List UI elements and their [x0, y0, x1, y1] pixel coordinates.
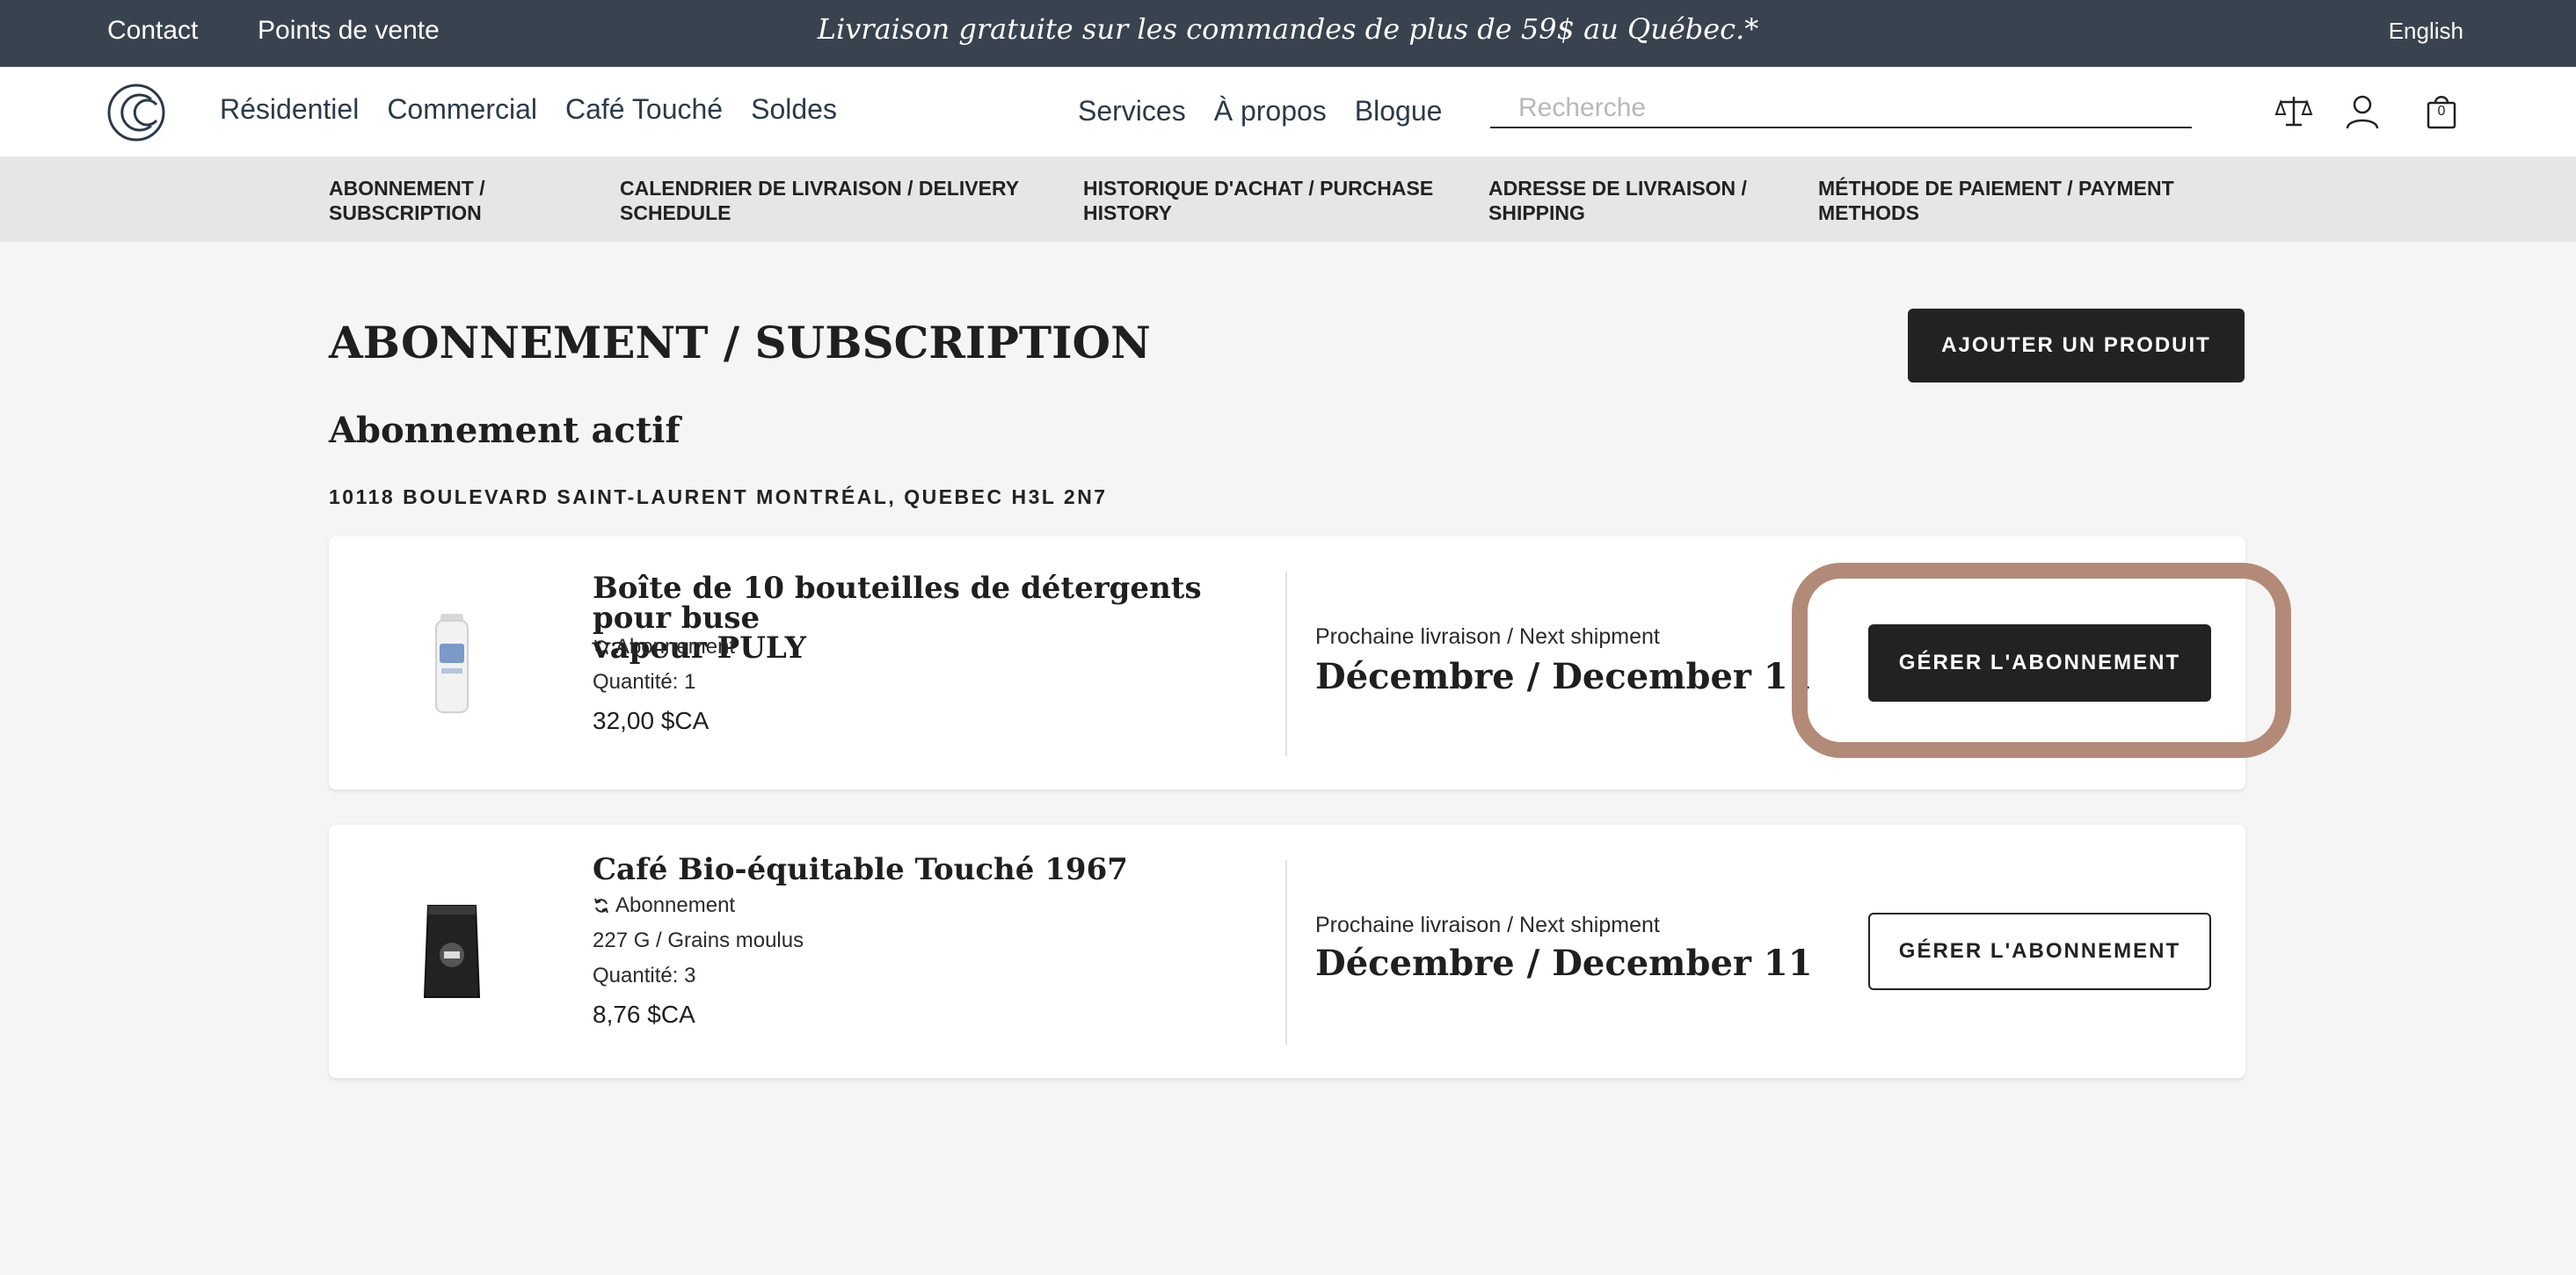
product-name[interactable]: Café Bio-équitable Touché 1967	[593, 855, 1261, 885]
product-image-coffee-bag	[423, 905, 481, 998]
nav-blogue[interactable]: Blogue	[1355, 95, 1443, 128]
product-price: 8,76 $CA	[593, 1001, 695, 1028]
refresh-icon	[594, 639, 608, 655]
next-shipment-label: Prochaine livraison / Next shipment	[1315, 624, 1660, 649]
nav-a-propos[interactable]: À propos	[1214, 95, 1327, 128]
account-subnav: ABONNEMENT / SUBSCRIPTION CALENDRIER DE …	[0, 157, 2576, 242]
card-divider	[1285, 860, 1287, 1045]
promo-banner-text: Livraison gratuite sur les commandes de …	[817, 12, 1759, 46]
language-switch[interactable]: English	[2389, 18, 2463, 45]
refresh-icon	[594, 898, 608, 914]
product-price: 32,00 $CA	[593, 707, 709, 734]
product-quantity: Quantité: 1	[593, 670, 696, 694]
nav-cafe-touche[interactable]: Café Touché	[565, 93, 723, 126]
subscription-card: Café Bio-équitable Touché 1967 Abonnemen…	[329, 825, 2245, 1078]
subnav-payment-methods[interactable]: MÉTHODE DE PAIEMENT / PAYMENT METHODS	[1818, 176, 2174, 225]
add-product-button[interactable]: AJOUTER UN PRODUIT	[1908, 309, 2245, 382]
page-title: ABONNEMENT / SUBSCRIPTION	[329, 317, 1151, 368]
announcement-bar: Contact Points de vente Livraison gratui…	[0, 0, 2576, 67]
next-shipment-date: Décembre / December 11	[1315, 943, 1813, 984]
logo-icon[interactable]	[106, 82, 167, 143]
nav-commercial[interactable]: Commercial	[387, 93, 537, 126]
section-title: Abonnement actif	[329, 410, 680, 451]
next-shipment-date: Décembre / December 11	[1315, 656, 1813, 697]
nav-soldes[interactable]: Soldes	[751, 93, 837, 126]
manage-subscription-button[interactable]: GÉRER L'ABONNEMENT	[1868, 913, 2211, 990]
product-variant: 227 G / Grains moulus	[593, 929, 804, 952]
nav-services[interactable]: Services	[1078, 95, 1186, 128]
next-shipment-label: Prochaine livraison / Next shipment	[1315, 913, 1660, 937]
main-header: Résidentiel Commercial Café Touché Solde…	[0, 67, 2576, 157]
primary-nav: Résidentiel Commercial Café Touché Solde…	[220, 93, 837, 126]
subnav-shipping-address[interactable]: ADRESSE DE LIVRAISON / SHIPPING	[1488, 176, 1747, 225]
subnav-purchase-history[interactable]: HISTORIQUE D'ACHAT / PURCHASE HISTORY	[1083, 176, 1433, 225]
highlight-annotation	[1792, 563, 2291, 758]
product-image-detergent-bottle	[435, 614, 469, 713]
secondary-nav: Services À propos Blogue	[1078, 95, 1442, 128]
compare-scale-icon[interactable]	[2274, 91, 2314, 132]
subnav-subscription[interactable]: ABONNEMENT / SUBSCRIPTION	[329, 176, 485, 225]
search-input[interactable]	[1490, 90, 2192, 128]
card-divider	[1285, 572, 1287, 756]
user-icon[interactable]	[2342, 91, 2383, 132]
product-quantity: Quantité: 3	[593, 964, 696, 987]
cart-count-badge: 0	[2437, 104, 2446, 119]
subscription-type: Abonnement	[593, 893, 735, 918]
subnav-delivery-schedule[interactable]: CALENDRIER DE LIVRAISON / DELIVERY SCHED…	[620, 176, 1019, 225]
shipping-address-label: 10118 BOULEVARD SAINT-LAURENT MONTRÉAL, …	[329, 485, 1108, 508]
nav-residentiel[interactable]: Résidentiel	[220, 93, 359, 126]
cart-button[interactable]: 0	[2421, 91, 2462, 132]
subscription-type: Abonnement	[593, 635, 735, 659]
